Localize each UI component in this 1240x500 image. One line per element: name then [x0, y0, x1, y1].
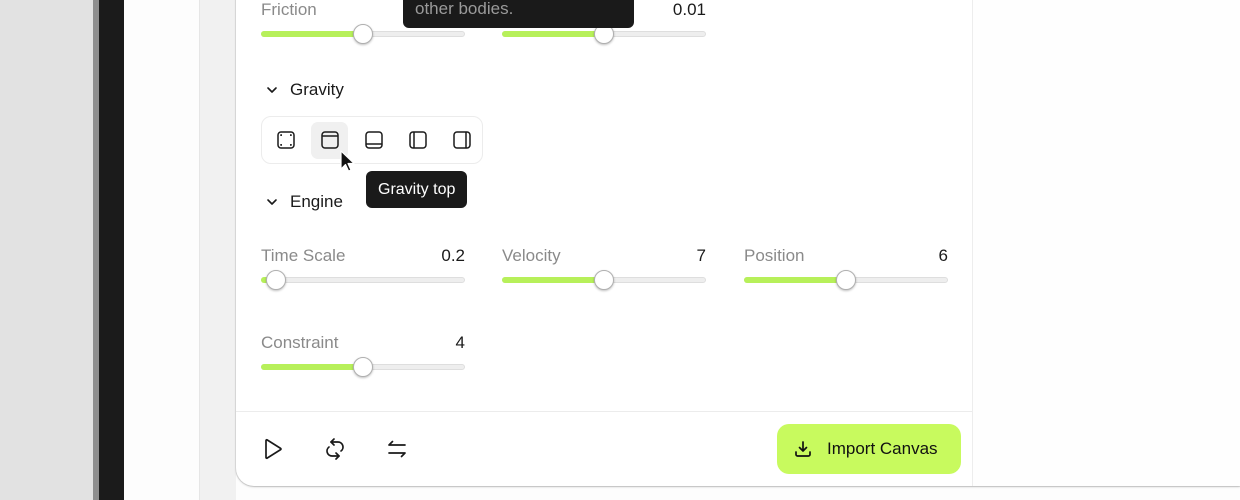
slider-track[interactable]: [502, 270, 706, 290]
device-frame: [99, 0, 124, 500]
import-canvas-button[interactable]: Import Canvas: [777, 424, 961, 474]
slider-thumb[interactable]: [266, 270, 287, 290]
slider-position: Position 6: [744, 246, 948, 290]
mouse-cursor-icon: [340, 150, 355, 172]
slider-track[interactable]: [261, 270, 465, 290]
tooltip-text: other bodies.: [415, 0, 514, 18]
slider-velocity: Velocity 7: [502, 246, 706, 290]
engine-section-toggle[interactable]: Engine: [264, 192, 343, 212]
slider-value: 4: [455, 333, 465, 352]
slider-track[interactable]: [502, 24, 706, 44]
slider-thumb[interactable]: [353, 357, 373, 377]
slider-label: Time Scale: [261, 246, 346, 265]
gravity-left-button[interactable]: [399, 122, 436, 159]
gravity-section-toggle[interactable]: Gravity: [264, 80, 344, 100]
slider-track[interactable]: [744, 270, 948, 290]
gravity-left-icon: [408, 131, 427, 149]
side-column: [199, 0, 236, 500]
gravity-button-group: [261, 116, 483, 164]
gravity-bottom-icon: [364, 131, 383, 149]
tooltip-text: Gravity top: [378, 180, 456, 198]
slider-fill: [261, 364, 362, 370]
gravity-right-icon: [452, 131, 471, 149]
import-canvas-label: Import Canvas: [827, 439, 938, 458]
chevron-down-icon: [267, 199, 277, 205]
tooltip: other bodies.: [403, 0, 634, 28]
footer-divider: [236, 411, 972, 412]
slider-fill: [744, 277, 845, 283]
gravity-none-button[interactable]: [267, 122, 304, 159]
slider-time-scale: Time Scale 0.2: [261, 246, 465, 290]
slider-value: 7: [696, 246, 706, 265]
repeat-icon[interactable]: [322, 436, 348, 462]
gravity-top-icon: [320, 131, 339, 149]
slider-thumb[interactable]: [353, 24, 373, 44]
slider-value: 0.2: [441, 246, 465, 265]
slider-label: Constraint: [261, 333, 339, 352]
canvas-area: [973, 0, 1240, 486]
play-icon[interactable]: [260, 436, 286, 462]
chevron-down-icon: [267, 87, 277, 93]
slider-track[interactable]: [261, 24, 465, 44]
panel-divider: [972, 0, 973, 486]
tooltip: Gravity top: [366, 171, 468, 208]
slider-thumb[interactable]: [594, 270, 614, 290]
slider-value: 0.01: [672, 0, 706, 19]
slider-thumb[interactable]: [836, 270, 856, 290]
slider-fill: [502, 277, 603, 283]
swap-arrows-icon[interactable]: [384, 436, 410, 462]
slider-fill: [502, 31, 603, 37]
desktop-background: [0, 0, 93, 500]
slider-track[interactable]: [261, 357, 465, 377]
gravity-none-icon: [276, 131, 295, 149]
gravity-bottom-button[interactable]: [355, 122, 392, 159]
physics-settings-panel: Friction 0.01 other bodies. Gravity Grav…: [236, 0, 1240, 486]
section-title: Gravity: [290, 80, 344, 99]
slider-value: 6: [938, 246, 948, 265]
download-icon: [795, 441, 811, 457]
slider-label: Position: [744, 246, 805, 265]
section-title: Engine: [290, 192, 343, 211]
slider-constraint: Constraint 4: [261, 333, 465, 377]
gravity-right-button[interactable]: [443, 122, 480, 159]
slider-label: Friction: [261, 0, 317, 19]
slider-fill: [261, 31, 362, 37]
slider-label: Velocity: [502, 246, 561, 265]
